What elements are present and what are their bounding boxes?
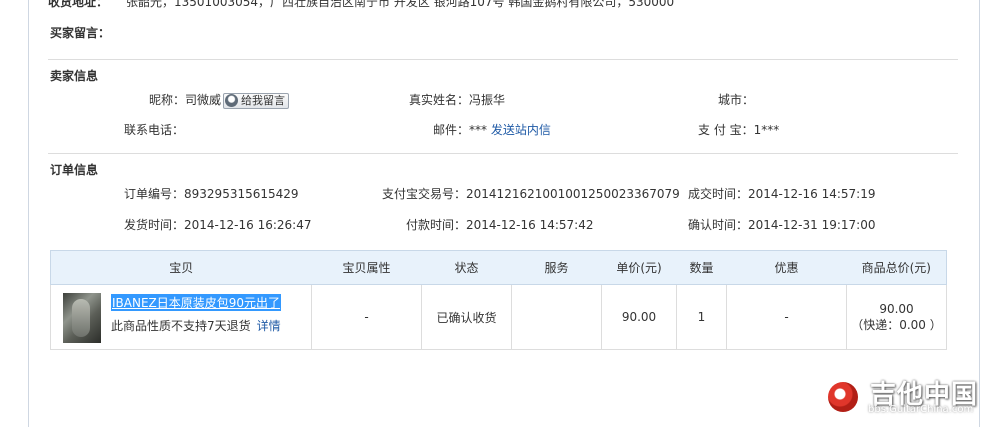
seller-nickname-label: 昵称： <box>149 93 186 107</box>
seller-alipay-row: 支 付 宝：1*** <box>698 121 779 138</box>
seller-realname: 冯振华 <box>469 93 506 107</box>
seller-realname-row: 真实姓名：冯振华 <box>409 91 505 108</box>
seller-phone-label: 联系电话： <box>124 123 185 137</box>
shipping-fee: （快递：0.00 ） <box>851 318 942 332</box>
deal-time: 2014-12-16 14:57:19 <box>748 187 876 201</box>
buyer-message-label: 买家留言： <box>50 26 111 40</box>
product-note: 此商品性质不支持7天退货 详情 <box>111 317 281 334</box>
seller-alipay-label: 支 付 宝： <box>698 123 754 137</box>
send-site-message-link[interactable]: 发送站内信 <box>491 123 551 137</box>
alipay-trade-number: 2014121621001001250023367079 <box>466 187 680 201</box>
detail-link[interactable]: 详情 <box>257 319 281 333</box>
seller-email-masked: *** <box>469 123 488 137</box>
column-header-attribute: 宝贝属性 <box>311 250 422 285</box>
ship-time-label: 发货时间： <box>124 218 185 232</box>
column-header-quantity: 数量 <box>676 250 727 285</box>
seller-city-row: 城市： <box>718 91 754 108</box>
leave-message-button[interactable]: 给我留言 <box>223 92 290 109</box>
frame-border-right <box>979 0 980 427</box>
order-section-title: 订单信息 <box>50 163 99 177</box>
deal-time-label: 成交时间： <box>688 187 749 201</box>
shipping-address-value: 张韶光，13501003054，广西壮族自治区南宁市 开发区 银河路107号 韩… <box>126 0 675 9</box>
watermark-url: bbs.GuitarChina.com <box>868 404 974 415</box>
product-title-link[interactable]: IBANEZ日本原装皮包90元出了 <box>111 294 282 311</box>
quantity-cell: 1 <box>676 284 727 350</box>
pay-time: 2014-12-16 14:57:42 <box>466 218 594 232</box>
seller-nickname-row: 昵称：司微威 给我留言 <box>149 91 290 109</box>
seller-section-title: 卖家信息 <box>50 69 99 83</box>
confirm-time-row: 确认时间：2014-12-31 19:17:00 <box>688 216 875 233</box>
table-header-row: 宝贝 宝贝属性 状态 服务 单价(元) 数量 优惠 商品总价(元) <box>50 250 947 285</box>
pay-time-row: 付款时间：2014-12-16 14:57:42 <box>406 216 593 233</box>
pay-time-label: 付款时间： <box>406 218 467 232</box>
shipping-address-row: 收货地址： 张韶光，13501003054，广西壮族自治区南宁市 开发区 银河路1… <box>48 0 948 10</box>
order-number: 893295315615429 <box>184 187 299 201</box>
seller-email-row: 邮件：*** 发送站内信 <box>433 121 551 138</box>
divider <box>48 153 958 154</box>
site-watermark: 吉他中国 bbs.GuitarChina.com <box>828 378 978 418</box>
attribute-cell: - <box>311 284 422 350</box>
confirm-time-label: 确认时间： <box>688 218 749 232</box>
ship-time-row: 发货时间：2014-12-16 16:26:47 <box>124 216 311 233</box>
product-thumbnail[interactable] <box>63 293 101 343</box>
deal-time-row: 成交时间：2014-12-16 14:57:19 <box>688 185 875 202</box>
seller-email-label: 邮件： <box>433 123 470 137</box>
shipping-address-label: 收货地址： <box>48 0 109 9</box>
column-header-unit-price: 单价(元) <box>601 250 677 285</box>
confirm-time: 2014-12-31 19:17:00 <box>748 218 876 232</box>
unit-price-cell: 90.00 <box>601 284 677 350</box>
order-number-label: 订单编号： <box>124 187 185 201</box>
seller-city-label: 城市： <box>718 93 755 107</box>
table-row: IBANEZ日本原装皮包90元出了 此商品性质不支持7天退货 详情 - 已确认收货… <box>50 284 947 350</box>
total-amount: 90.00 <box>879 302 914 316</box>
alipay-trade-row: 支付宝交易号：2014121621001001250023367079 <box>382 185 680 202</box>
column-header-discount: 优惠 <box>726 250 847 285</box>
service-cell <box>511 284 602 350</box>
seller-nickname: 司微威 <box>185 93 222 107</box>
column-header-status: 状态 <box>421 250 512 285</box>
alipay-trade-label: 支付宝交易号： <box>382 187 467 201</box>
column-header-item: 宝贝 <box>50 250 312 285</box>
leave-message-label: 给我留言 <box>241 93 286 107</box>
seller-alipay: 1*** <box>753 123 780 137</box>
chat-icon <box>225 93 239 107</box>
seller-phone-row: 联系电话： <box>124 121 184 138</box>
frame-border-left <box>28 0 29 427</box>
watermark-logo-icon <box>828 382 858 412</box>
column-header-total: 商品总价(元) <box>846 250 947 285</box>
ship-time: 2014-12-16 16:26:47 <box>184 218 312 232</box>
item-cell: IBANEZ日本原装皮包90元出了 此商品性质不支持7天退货 详情 <box>50 284 312 350</box>
order-number-row: 订单编号：893295315615429 <box>124 185 299 202</box>
total-cell: 90.00 （快递：0.00 ） <box>846 284 947 350</box>
seller-realname-label: 真实姓名： <box>409 93 470 107</box>
status-cell: 已确认收货 <box>421 284 512 350</box>
order-items-table: 宝贝 宝贝属性 状态 服务 单价(元) 数量 优惠 商品总价(元) IBANEZ… <box>50 250 947 350</box>
return-policy-note: 此商品性质不支持7天退货 <box>111 319 251 333</box>
discount-cell: - <box>726 284 847 350</box>
column-header-service: 服务 <box>511 250 602 285</box>
divider <box>48 59 958 60</box>
